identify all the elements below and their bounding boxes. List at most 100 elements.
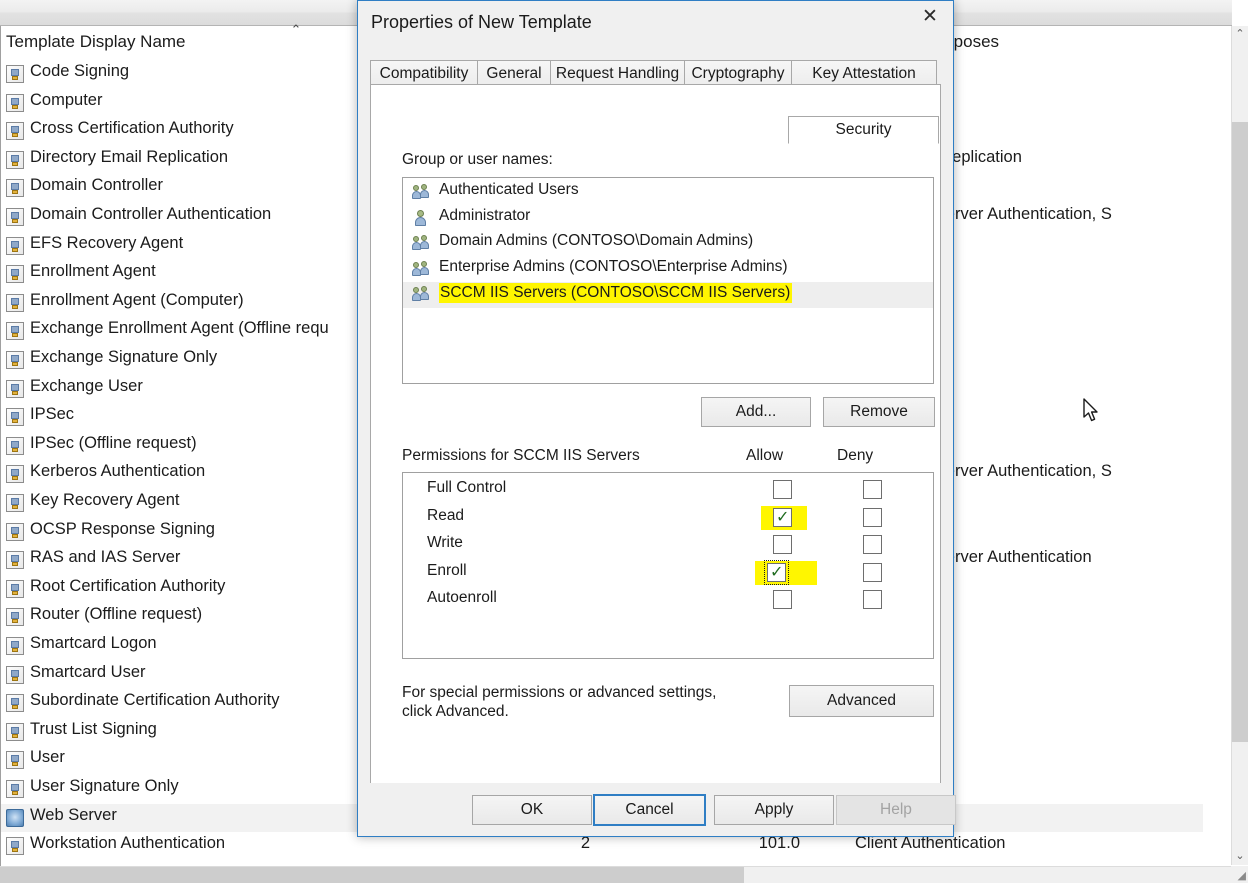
template-display-name-cell: Exchange User: [30, 376, 143, 395]
certificate-template-icon: [6, 694, 24, 713]
window-resize-corner[interactable]: ◢: [1231, 866, 1248, 883]
dialog-footer: OK Cancel Apply Help: [359, 783, 956, 835]
sort-ascending-icon: ⌃: [290, 22, 302, 37]
deny-checkbox-autoenroll[interactable]: [863, 590, 882, 609]
certificate-template-icon: [6, 637, 24, 655]
certificate-template-icon: [6, 608, 24, 627]
certificate-template-icon: [6, 522, 24, 541]
resize-grip-icon: ◢: [1237, 870, 1246, 882]
screen-root: ⌃ Template Display Name rposes Code Sign…: [0, 0, 1248, 883]
principal-name: Administrator: [439, 206, 531, 224]
tab-label: Security: [835, 121, 892, 138]
allow-cell-autoenroll: [761, 588, 807, 612]
template-display-name-cell: User: [30, 748, 65, 767]
template-display-name-cell: IPSec: [30, 405, 75, 424]
certificate-template-icon: [6, 293, 24, 312]
apply-button[interactable]: Apply: [714, 795, 834, 825]
advanced-hint-text: For special permissions or advanced sett…: [402, 684, 717, 720]
list-item[interactable]: Authenticated Users: [403, 180, 933, 206]
template-display-name-cell: Kerberos Authentication: [30, 462, 206, 481]
list-item[interactable]: Enterprise Admins (CONTOSO\Enterprise Ad…: [403, 257, 933, 283]
template-display-name-cell: Workstation Authentication: [30, 834, 226, 853]
group-or-user-names-listbox[interactable]: Authenticated Users Administrator Domain A…: [402, 177, 934, 384]
template-display-name-cell: Smartcard Logon: [30, 634, 157, 652]
security-tab-panel: Group or user names: Authenticated Users…: [370, 84, 1098, 784]
certificate-template-icon: [6, 93, 24, 112]
allow-checkbox-full-control[interactable]: [773, 480, 792, 499]
list-item[interactable]: SCCM IIS Servers (CONTOSO\SCCM IIS Serve…: [403, 282, 933, 308]
template-display-name-cell: Router (Offline request): [30, 605, 203, 624]
column-header-template-display-name[interactable]: Template Display Name: [6, 32, 186, 52]
template-display-name-cell: Key Recovery Agent: [30, 491, 180, 509]
allow-checkbox-enroll[interactable]: ✓: [764, 559, 789, 585]
certificate-template-icon: [6, 208, 24, 226]
remove-button[interactable]: Remove: [823, 397, 935, 427]
permissions-for-label: Permissions for SCCM IIS Servers: [402, 447, 640, 464]
principal-name: Enterprise Admins (CONTOSO\Enterprise Ad…: [439, 257, 788, 275]
group-icon: [412, 183, 432, 201]
template-display-name-cell: Web Server: [30, 805, 117, 824]
help-button: Help: [836, 795, 956, 825]
deny-checkbox-enroll[interactable]: [863, 562, 882, 582]
add-button[interactable]: Add...: [701, 397, 811, 427]
deny-column-header: Deny: [837, 447, 874, 464]
console-horizontal-scrollbar[interactable]: [0, 866, 1231, 883]
template-display-name-cell: OCSP Response Signing: [30, 519, 215, 538]
certificate-template-icon: [6, 579, 24, 598]
principal-name: SCCM IIS Servers (CONTOSO\SCCM IIS Serve…: [439, 283, 793, 303]
advanced-button[interactable]: Advanced: [789, 685, 934, 717]
ok-button[interactable]: OK: [472, 795, 592, 825]
certificate-template-icon: [6, 65, 24, 83]
horizontal-scroll-thumb[interactable]: [0, 867, 744, 883]
permissions-listbox[interactable]: Full Control Read ✓ Write Enroll ✓ Autoenroll: [402, 472, 934, 659]
vertical-scroll-thumb[interactable]: [1232, 122, 1248, 742]
close-icon[interactable]: ✕: [907, 1, 953, 32]
console-vertical-scrollbar[interactable]: ⌃ ⌄: [1231, 26, 1248, 865]
allow-checkbox-read[interactable]: ✓: [773, 507, 792, 527]
certificate-template-icon: [6, 322, 24, 341]
list-left-edge: [0, 26, 1, 866]
web-server-template-icon: [6, 808, 24, 827]
permission-row: Read ✓: [403, 504, 933, 532]
deny-checkbox-read[interactable]: [863, 507, 882, 527]
certificate-template-icon: [6, 436, 24, 455]
certificate-template-icon: [6, 780, 24, 798]
permission-name: Enroll: [427, 561, 467, 579]
principal-name: Authenticated Users: [439, 181, 579, 198]
allow-checkbox-autoenroll[interactable]: [773, 590, 792, 609]
template-display-name-cell: User Signature Only: [30, 777, 179, 795]
column-header-intended-purposes[interactable]: rposes: [948, 32, 999, 52]
deny-checkbox-write[interactable]: [863, 535, 882, 554]
list-item[interactable]: Domain Admins (CONTOSO\Domain Admins): [403, 231, 933, 257]
template-display-name-cell: Domain Controller: [30, 176, 163, 195]
cancel-button[interactable]: Cancel: [593, 794, 706, 826]
certificate-template-icon: [6, 494, 24, 512]
minor-version-cell: 2: [580, 834, 590, 853]
permission-name: Full Control: [427, 479, 507, 496]
scroll-up-arrow-icon[interactable]: ⌃: [1232, 26, 1248, 43]
template-display-name-cell: Subordinate Certification Authority: [30, 691, 280, 710]
tab-security[interactable]: Security: [788, 116, 939, 144]
certificate-template-icon: [6, 236, 24, 255]
template-display-name-cell: EFS Recovery Agent: [30, 233, 184, 252]
deny-cell-read: [851, 506, 897, 530]
certificate-template-icon: [6, 265, 24, 284]
allow-cell-write: [761, 533, 807, 557]
template-display-name-cell: Enrollment Agent: [30, 262, 156, 281]
deny-checkbox-full-control[interactable]: [863, 480, 882, 499]
certificate-template-icon: [6, 837, 24, 856]
allow-checkbox-write[interactable]: [773, 535, 792, 554]
permission-row: Enroll ✓: [403, 559, 933, 587]
list-item[interactable]: Administrator: [403, 206, 933, 232]
template-display-name-cell: Code Signing: [30, 62, 130, 80]
dialog-title-bar[interactable]: Properties of New Template ✕: [358, 1, 953, 46]
scroll-down-arrow-icon[interactable]: ⌄: [1232, 848, 1248, 865]
template-display-name-cell: Trust List Signing: [30, 719, 157, 738]
user-icon: [413, 209, 432, 227]
template-display-name-cell: Directory Email Replication: [30, 147, 229, 166]
permission-row: Full Control: [403, 476, 933, 504]
dialog-title: Properties of New Template: [371, 12, 592, 32]
checkmark-icon: ✓: [776, 508, 790, 526]
intended-purposes-cell: Client Authentication: [855, 834, 1006, 853]
certificate-template-icon: [6, 408, 24, 427]
